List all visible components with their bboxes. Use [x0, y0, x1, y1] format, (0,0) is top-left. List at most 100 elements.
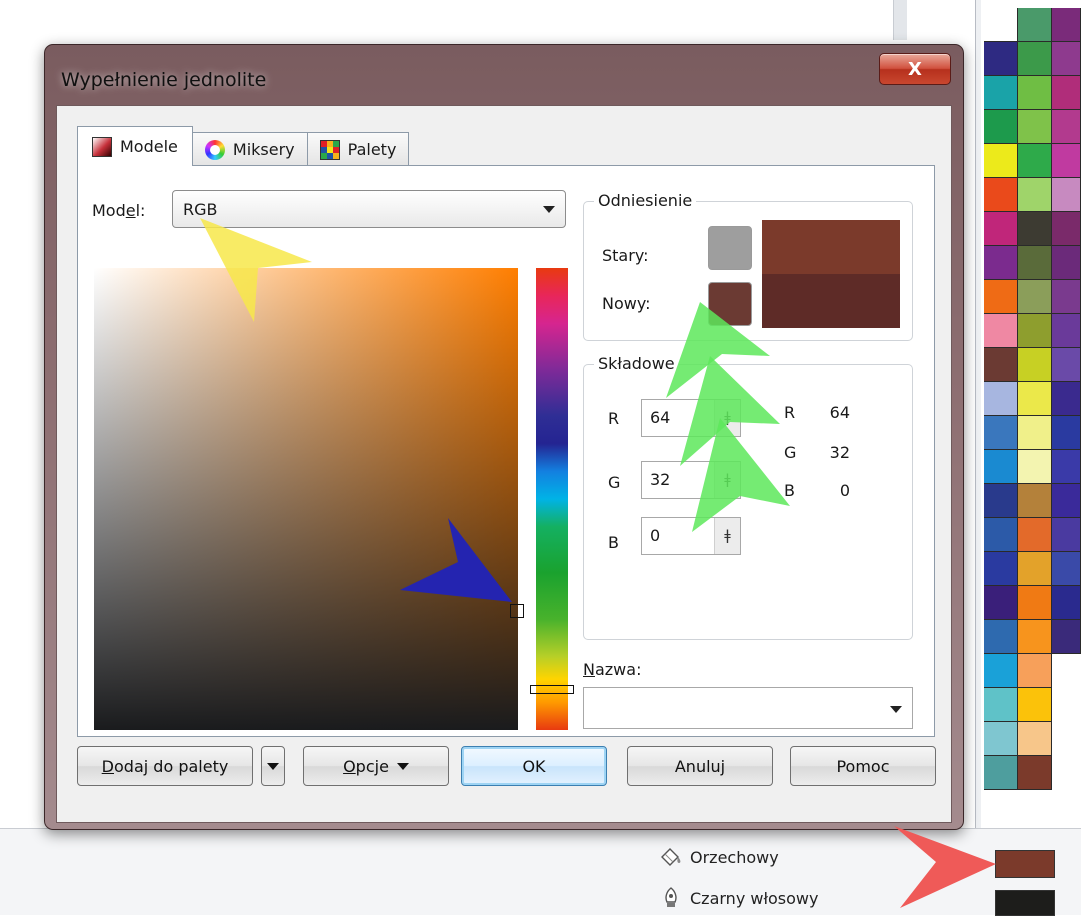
palette-swatch[interactable] [1018, 518, 1052, 552]
model-dropdown[interactable]: RGB [172, 190, 566, 228]
palette-swatch[interactable] [984, 586, 1018, 620]
palette-swatch[interactable] [1018, 552, 1052, 586]
palette-swatch[interactable] [1052, 178, 1081, 212]
help-button[interactable]: Pomoc [790, 746, 936, 786]
palette-swatch[interactable] [1052, 314, 1081, 348]
palette-swatch[interactable] [1052, 518, 1081, 552]
palette-swatch[interactable] [1052, 246, 1081, 280]
palette-swatch[interactable] [984, 484, 1018, 518]
palette-swatch[interactable] [1052, 110, 1081, 144]
palette-swatch[interactable] [984, 518, 1018, 552]
g-value-input[interactable]: 32 ǂ [641, 461, 741, 499]
palette-swatch[interactable] [984, 756, 1018, 790]
palette-swatch[interactable] [1018, 178, 1052, 212]
name-combobox[interactable] [583, 687, 913, 729]
palette-swatch[interactable] [984, 8, 1018, 42]
color-picker-field[interactable] [94, 268, 518, 730]
palette-swatch[interactable] [984, 314, 1018, 348]
palette-swatch[interactable] [1018, 8, 1052, 42]
palette-swatch[interactable] [984, 654, 1018, 688]
new-color-label: Nowy: [602, 294, 651, 313]
palette-swatch[interactable] [1018, 688, 1052, 722]
palette-swatch[interactable] [1018, 42, 1052, 76]
palette-swatch[interactable] [1018, 416, 1052, 450]
palette-swatch[interactable] [984, 416, 1018, 450]
palette-grid-icon [319, 139, 340, 160]
palette-swatch[interactable] [1018, 212, 1052, 246]
slider-handle-icon[interactable]: ǂ [714, 400, 740, 436]
r-value-input[interactable]: 64 ǂ [641, 399, 741, 437]
palette-swatch[interactable] [1018, 348, 1052, 382]
palette-swatch[interactable] [984, 76, 1018, 110]
palette-swatch[interactable] [984, 348, 1018, 382]
palette-swatch[interactable] [1018, 654, 1052, 688]
palette-swatch[interactable] [984, 620, 1018, 654]
palette-swatch[interactable] [1052, 212, 1081, 246]
palette-swatch[interactable] [984, 110, 1018, 144]
palette-swatch[interactable] [1018, 620, 1052, 654]
palette-swatch[interactable] [984, 212, 1018, 246]
palette-swatch[interactable] [984, 688, 1018, 722]
palette-swatch[interactable] [984, 722, 1018, 756]
fill-color-swatch[interactable] [995, 850, 1055, 878]
b-value-input[interactable]: 0 ǂ [641, 517, 741, 555]
palette-swatch[interactable] [1018, 382, 1052, 416]
palette-swatch[interactable] [1052, 450, 1081, 484]
palette-swatch[interactable] [984, 178, 1018, 212]
palette-swatch[interactable] [1052, 484, 1081, 518]
palette-swatch[interactable] [1018, 756, 1052, 790]
palette-swatch[interactable] [984, 382, 1018, 416]
palette-swatch[interactable] [1018, 586, 1052, 620]
palette-swatch[interactable] [1052, 552, 1081, 586]
palette-swatch[interactable] [1052, 382, 1081, 416]
palette-swatch[interactable] [984, 246, 1018, 280]
palette-swatch[interactable] [1018, 314, 1052, 348]
g-output-value: 32 [829, 443, 850, 462]
reference-title: Odniesienie [594, 191, 697, 210]
palette-swatch[interactable] [1052, 144, 1081, 178]
palette-swatch[interactable] [1052, 348, 1081, 382]
palette-swatch[interactable] [984, 42, 1018, 76]
palette-swatch[interactable] [984, 552, 1018, 586]
hue-slider[interactable] [536, 268, 568, 730]
palette-swatch[interactable] [1018, 76, 1052, 110]
components-group: Składowe R 64 ǂ G 32 ǂ B 0 ǂ R 64 G 32 B… [583, 354, 913, 640]
tab-mixers[interactable]: Miksery [191, 132, 308, 166]
slider-handle-icon[interactable]: ǂ [714, 462, 740, 498]
tab-palettes[interactable]: Palety [306, 132, 410, 166]
palette-swatch[interactable] [984, 280, 1018, 314]
palette-swatch[interactable] [1052, 8, 1081, 42]
slider-handle-icon[interactable]: ǂ [714, 518, 740, 554]
color-palette-strip[interactable] [984, 8, 1081, 828]
palette-swatch[interactable] [1052, 586, 1081, 620]
tab-models[interactable]: Modele [77, 126, 193, 166]
palette-swatch[interactable] [1018, 450, 1052, 484]
add-to-palette-button[interactable]: Dodaj do palety [77, 746, 253, 786]
palette-swatch[interactable] [1052, 416, 1081, 450]
tab-mixers-label: Miksery [232, 140, 295, 159]
palette-swatch[interactable] [1018, 722, 1052, 756]
ok-button[interactable]: OK [461, 746, 607, 786]
options-button[interactable]: Opcje [303, 746, 449, 786]
outline-color-swatch[interactable] [995, 890, 1055, 916]
palette-swatch[interactable] [1052, 620, 1081, 654]
add-to-palette-menu-button[interactable] [261, 746, 285, 786]
palette-swatch[interactable] [1018, 110, 1052, 144]
close-button[interactable]: X [879, 53, 951, 85]
cancel-button[interactable]: Anuluj [627, 746, 773, 786]
palette-swatch[interactable] [1018, 484, 1052, 518]
tab-palettes-label: Palety [347, 140, 397, 159]
workspace-scrollbar[interactable] [893, 0, 907, 40]
palette-swatch[interactable] [1052, 76, 1081, 110]
palette-swatch[interactable] [984, 144, 1018, 178]
palette-swatch[interactable] [984, 450, 1018, 484]
hue-slider-handle[interactable] [530, 685, 574, 694]
palette-swatch[interactable] [1052, 280, 1081, 314]
chevron-down-icon [267, 762, 279, 770]
palette-swatch[interactable] [1018, 280, 1052, 314]
palette-swatch[interactable] [1052, 42, 1081, 76]
palette-swatch[interactable] [1018, 144, 1052, 178]
color-picker-cursor[interactable] [510, 604, 524, 618]
palette-swatch[interactable] [1018, 246, 1052, 280]
color-models-icon [92, 136, 112, 157]
